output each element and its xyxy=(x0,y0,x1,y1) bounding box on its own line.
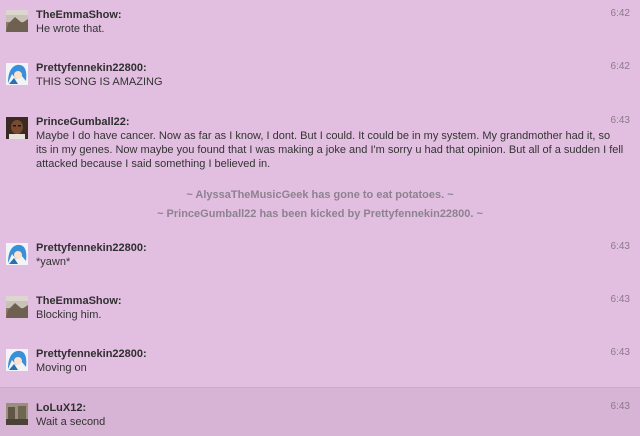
chat-message: LoLuX12: Wait a second 6:43 xyxy=(0,387,640,436)
chat-message: Prettyfennekin22800: *yawn* 6:43 xyxy=(0,241,640,269)
system-message: ~ AlyssaTheMusicGeek has gone to eat pot… xyxy=(186,189,454,201)
landscape-avatar-icon[interactable] xyxy=(6,296,28,318)
system-message: ~ PrinceGumball22 has been kicked by Pre… xyxy=(157,208,483,220)
username[interactable]: Prettyfennekin22800: xyxy=(36,241,624,255)
timestamp: 6:43 xyxy=(610,401,630,412)
landscape-avatar-icon[interactable] xyxy=(6,10,28,32)
message-text: Maybe I do have cancer. Now as far as I … xyxy=(36,130,624,170)
username[interactable]: TheEmmaShow: xyxy=(36,8,624,22)
timestamp: 6:43 xyxy=(610,115,630,126)
chat-message: Prettyfennekin22800: Moving on 6:43 xyxy=(0,347,640,375)
timestamp: 6:42 xyxy=(610,61,630,72)
username[interactable]: Prettyfennekin22800: xyxy=(36,61,624,75)
chat-message: Prettyfennekin22800: THIS SONG IS AMAZIN… xyxy=(0,61,640,89)
message-text: Blocking him. xyxy=(36,309,102,321)
blue-hair-avatar-icon[interactable] xyxy=(6,243,28,265)
chat-log: TheEmmaShow: He wrote that. 6:42 Prettyf… xyxy=(0,0,640,436)
message-text: Moving on xyxy=(36,362,87,374)
chat-message: PrinceGumball22: Maybe I do have cancer.… xyxy=(0,115,640,171)
timestamp: 6:43 xyxy=(610,241,630,252)
chat-message: TheEmmaShow: Blocking him. 6:43 xyxy=(0,294,640,322)
username[interactable]: LoLuX12: xyxy=(36,401,624,415)
username[interactable]: PrinceGumball22: xyxy=(36,115,624,129)
message-text: THIS SONG IS AMAZING xyxy=(36,76,163,88)
username[interactable]: Prettyfennekin22800: xyxy=(36,347,624,361)
timestamp: 6:43 xyxy=(610,347,630,358)
username[interactable]: TheEmmaShow: xyxy=(36,294,624,308)
photo-avatar-icon[interactable] xyxy=(6,403,28,425)
blue-hair-avatar-icon[interactable] xyxy=(6,349,28,371)
blue-hair-avatar-icon[interactable] xyxy=(6,63,28,85)
timestamp: 6:42 xyxy=(610,8,630,19)
message-text: Wait a second xyxy=(36,416,106,428)
message-text: *yawn* xyxy=(36,256,71,268)
timestamp: 6:43 xyxy=(610,294,630,305)
portrait-avatar-icon[interactable] xyxy=(6,117,28,139)
chat-message: TheEmmaShow: He wrote that. 6:42 xyxy=(0,8,640,36)
message-text: He wrote that. xyxy=(36,23,105,35)
